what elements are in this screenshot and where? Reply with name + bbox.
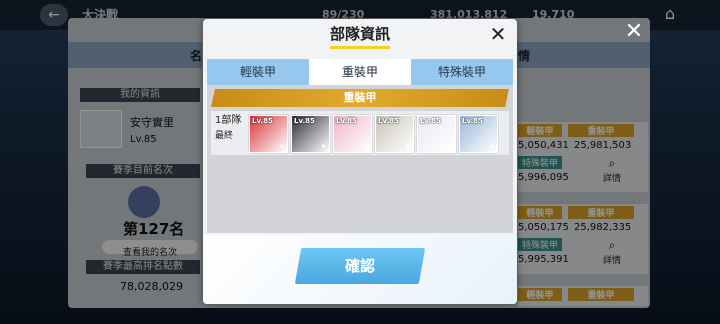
character-level: Lv.85	[294, 117, 315, 125]
character-card[interactable]: Lv.85 ✦	[417, 115, 456, 153]
character-card[interactable]: Lv.85 ✦	[249, 115, 288, 153]
close-icon[interactable]: ✕	[487, 23, 509, 45]
armor-tab-bar: 輕裝甲 重裝甲 特殊裝甲	[207, 59, 513, 85]
title-underline	[330, 46, 390, 49]
character-level: Lv.85	[252, 117, 273, 125]
dialog-title: 部隊資訊	[329, 25, 390, 43]
character-level: Lv.85	[336, 117, 357, 125]
team-list: 重裝甲 1部隊 最終 Lv.85 ✦ Lv.85 ✦ Lv.85 ✦ Lv.85 ✦ Lv.85…	[207, 85, 513, 233]
team-row: 1部隊 最終 Lv.85 ✦ Lv.85 ✦ Lv.85 ✦ Lv.85 ✦ Lv.85 ✦ Lv.…	[211, 111, 509, 155]
role-icon: ✦	[488, 142, 495, 151]
team-name: 1部隊	[215, 115, 242, 126]
character-card[interactable]: Lv.85 ✦	[291, 115, 330, 153]
character-card[interactable]: Lv.85 ✦	[375, 115, 414, 153]
confirm-label: 確認	[344, 257, 375, 275]
character-level: Lv.85	[462, 117, 483, 125]
role-icon: ✦	[320, 142, 327, 151]
character-level: Lv.85	[420, 117, 441, 125]
role-icon: ✦	[446, 142, 453, 151]
tab-heavy-armor[interactable]: 重裝甲	[309, 59, 411, 85]
close-icon[interactable]: ✕	[622, 20, 646, 44]
character-level: Lv.85	[378, 117, 399, 125]
section-banner: 重裝甲	[343, 91, 377, 104]
team-sub: 最終	[215, 131, 234, 141]
role-icon: ✦	[362, 142, 369, 151]
team-info-dialog: 部隊資訊 ✕ 輕裝甲 重裝甲 特殊裝甲 重裝甲 1部隊 最終 Lv.85 ✦ Lv.…	[203, 19, 517, 304]
tab-light-armor[interactable]: 輕裝甲	[207, 59, 309, 85]
role-icon: ✦	[404, 142, 411, 151]
tab-special-armor[interactable]: 特殊裝甲	[411, 59, 513, 85]
role-icon: ✦	[278, 142, 285, 151]
character-card[interactable]: Lv.85 ✦	[333, 115, 372, 153]
character-card[interactable]: Lv.85 ✦	[459, 115, 498, 153]
